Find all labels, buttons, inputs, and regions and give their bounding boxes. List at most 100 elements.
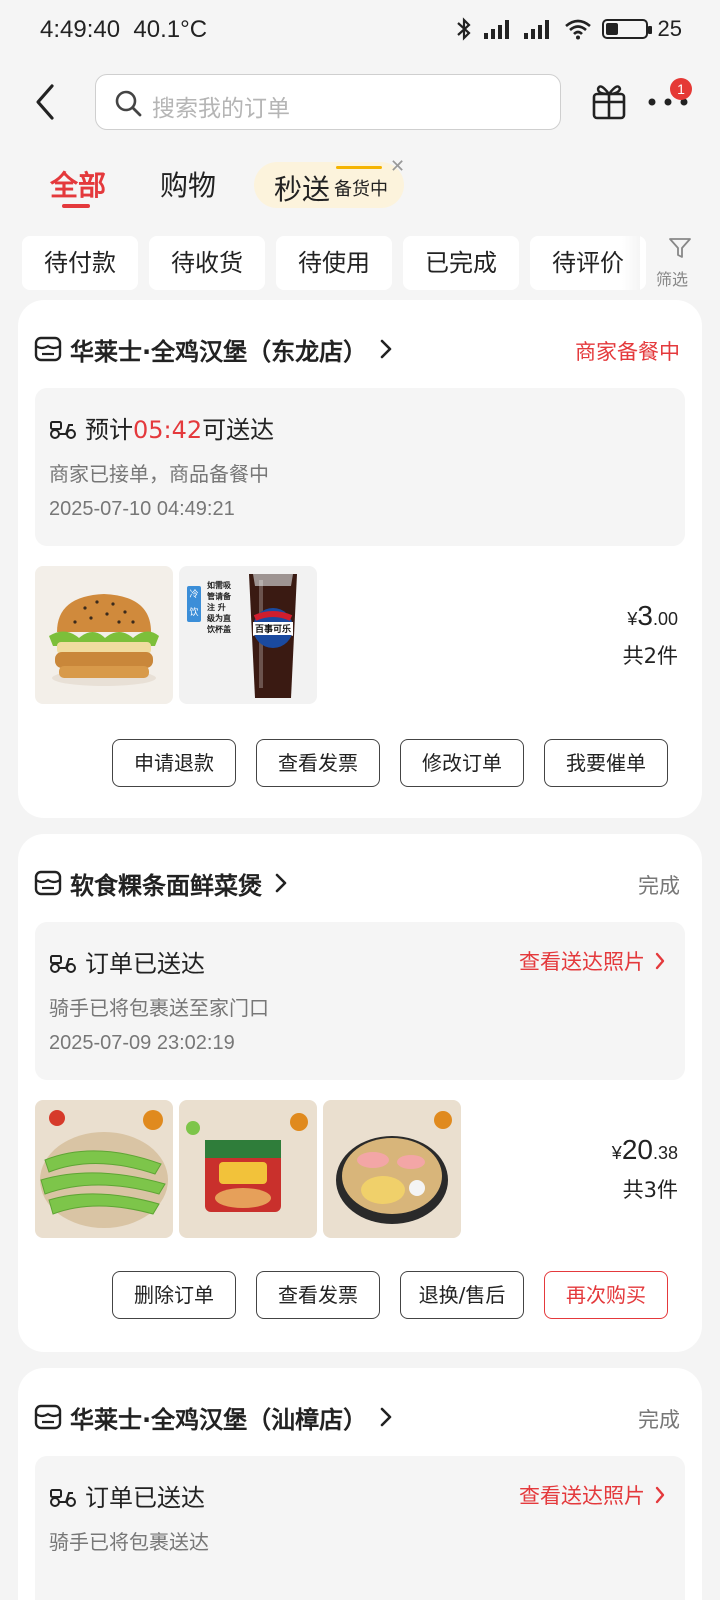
status-time-temp: 4:49:40 40.1°C [40,16,207,44]
product-image-vegetables[interactable] [35,1100,173,1238]
cola-illustration [249,574,297,698]
signal-icon-2 [523,19,554,39]
buy-again-button[interactable]: 再次购买 [544,1271,668,1319]
delivery-panel[interactable]: 订单已送达 查看送达照片 骑手已将包裹送至家门口 2025-07-09 23:0… [35,922,685,1080]
chevron-right-icon [380,339,392,359]
battery-icon [601,19,652,39]
tab-flash-label: 秒送 [274,173,331,206]
order-card[interactable]: 华莱士·全鸡汉堡（汕樟店） 完成 订单已送达 查看送达照片 骑手已将包裹送达 [18,1368,702,1600]
store-icon [34,336,62,362]
order-price: ¥3.00 [627,600,678,632]
order-price: ¥20.38 [612,1134,678,1166]
delivery-title: 订单已送达 [85,950,205,978]
chevron-right-icon [655,1486,665,1504]
drink-brand: 百事可乐 [253,622,293,635]
delivery-title: 订单已送达 [85,1484,205,1512]
filter-button[interactable]: 筛选 [644,234,714,294]
burger-illustration [49,594,159,686]
edit-order-button[interactable]: 修改订单 [400,739,524,787]
status-time: 4:49:40 [40,16,121,43]
status-temperature: 40.1°C [133,16,208,43]
urge-order-button[interactable]: 我要催单 [544,739,668,787]
wifi-icon [564,19,591,40]
close-icon[interactable]: ✕ [390,156,405,177]
delivery-photo-link[interactable]: 查看送达照片 [519,1480,665,1510]
order-card[interactable]: 软食粿条面鲜菜煲 完成 订单已送达 查看送达照片 骑手已将包裹送至家门口 202… [18,834,702,1352]
store-name: 华莱士·全鸡汉堡（汕樟店） [70,1405,368,1434]
store-link[interactable]: 软食粿条面鲜菜煲 [34,866,288,900]
battery-level: 25 [657,16,682,41]
store-link[interactable]: 华莱士·全鸡汉堡（东龙店） [34,332,393,366]
price-integer: 20 [621,1134,653,1165]
order-status: 完成 [638,874,680,898]
scooter-icon [50,421,76,439]
order-time: 2025-07-09 23:02:19 [49,1032,235,1054]
order-status: 商家备餐中 [575,340,680,364]
product-image-hotpot[interactable] [323,1100,461,1238]
refund-button[interactable]: 申请退款 [112,739,236,787]
price-symbol: ¥ [611,1143,622,1163]
tab-shopping[interactable]: 购物 [160,164,216,204]
tab-flash-delivery[interactable]: 秒送 备货中 [254,162,404,208]
store-icon [34,870,62,896]
filter-bar: 待付款 待收货 待使用 已完成 待评价 筛选 [0,220,720,300]
eta-prefix: 预计 [85,416,133,444]
store-icon [34,1404,62,1430]
funnel-icon [669,238,691,258]
scooter-icon [50,955,76,973]
status-icons: 25 [454,16,682,42]
delivery-photo-label: 查看送达照片 [519,1484,645,1508]
tab-all[interactable]: 全部 [50,164,106,204]
search-input[interactable]: 搜索我的订单 [95,74,561,130]
gift-icon[interactable] [590,80,628,120]
filter-fade [622,232,640,292]
delivery-eta: 预计05:42可送达 [85,410,274,445]
back-icon[interactable] [30,80,66,124]
product-image-cola[interactable]: 冷饮 如需吸管请备注 升级为直饮杯盖 百事可乐 [179,566,317,704]
delivery-panel[interactable]: 订单已送达 查看送达照片 骑手已将包裹送达 [35,1456,685,1600]
tab-active-indicator [62,204,90,208]
tab-flash-badge: 备货中 [334,179,388,200]
eta-time: 05:42 [133,416,203,444]
vegetable-illustration [40,1110,168,1228]
noodle-pack-illustration [186,1113,308,1212]
store-name: 华莱士·全鸡汉堡（东龙店） [70,337,368,366]
order-status: 完成 [638,1408,680,1432]
hotpot-illustration [336,1111,452,1224]
delete-order-button[interactable]: 删除订单 [112,1271,236,1319]
filter-pending-payment[interactable]: 待付款 [22,236,138,290]
product-image-burger[interactable] [35,566,173,704]
filter-completed[interactable]: 已完成 [403,236,519,290]
delivery-subtitle: 骑手已将包裹送达 [49,1530,209,1554]
invoice-button[interactable]: 查看发票 [256,739,380,787]
chevron-right-icon [380,1407,392,1427]
store-link[interactable]: 华莱士·全鸡汉堡（汕樟店） [34,1400,393,1434]
signal-icon [483,19,514,39]
flash-badge-bar [336,166,382,169]
price-integer: 3 [637,600,653,631]
filter-pending-receipt[interactable]: 待收货 [149,236,265,290]
notification-badge: 1 [670,78,692,100]
order-quantity: 共3件 [622,1178,678,1202]
product-image-noodles[interactable] [179,1100,317,1238]
eta-suffix: 可送达 [202,416,275,444]
price-decimal: .00 [652,609,678,629]
order-time: 2025-07-10 04:49:21 [49,498,235,520]
delivery-subtitle: 商家已接单，商品备餐中 [49,462,269,486]
delivery-photo-link[interactable]: 查看送达照片 [519,946,665,976]
order-card[interactable]: 华莱士·全鸡汉堡（东龙店） 商家备餐中 预计05:42可送达 商家已接单，商品备… [18,300,702,818]
invoice-button[interactable]: 查看发票 [256,1271,380,1319]
return-service-button[interactable]: 退换/售后 [400,1271,524,1319]
delivery-panel[interactable]: 预计05:42可送达 商家已接单，商品备餐中 2025-07-10 04:49:… [35,388,685,546]
price-decimal: .38 [652,1143,678,1163]
top-bar: 搜索我的订单 [0,62,720,146]
delivery-photo-label: 查看送达照片 [519,950,645,974]
search-placeholder: 搜索我的订单 [152,96,290,122]
chevron-right-icon [275,873,287,893]
filter-button-label: 筛选 [656,270,689,289]
filter-pending-use[interactable]: 待使用 [276,236,392,290]
order-quantity: 共2件 [622,644,678,668]
price-symbol: ¥ [627,609,638,629]
bluetooth-icon [456,17,471,41]
category-tabs: 全部 购物 秒送 备货中 ✕ [0,146,720,220]
